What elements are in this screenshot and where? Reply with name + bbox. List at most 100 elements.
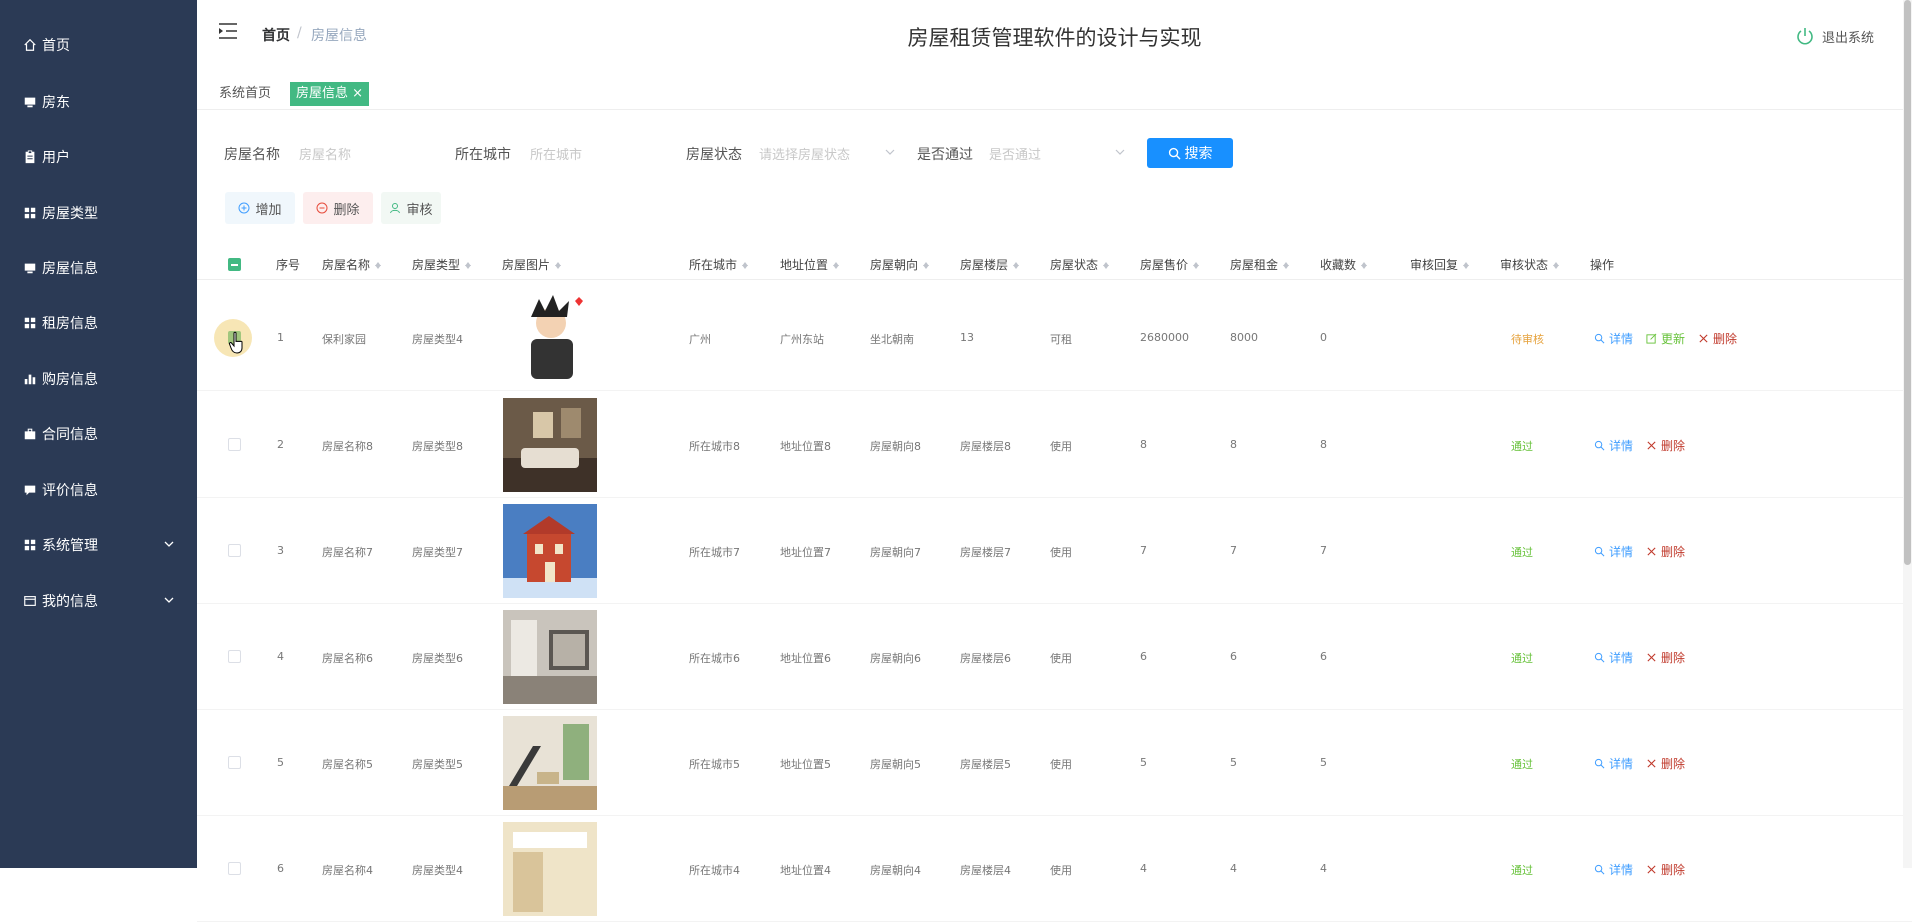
table-row[interactable]: 4 房屋名称6 房屋类型6 所在城市6 地址位置6 房屋朝向6 房屋楼层6 使用 6 6 6 通过 详情… [197,604,1912,710]
cell-floor: 房屋楼层7 [960,546,1011,559]
scrollbar-thumb[interactable] [1904,0,1911,565]
table-row[interactable]: 3 房屋名称7 房屋类型7 所在城市7 地址位置7 房屋朝向7 房屋楼层7 使用 7 7 7 通过 详情… [197,498,1912,604]
name-input[interactable]: 房屋名称 [299,144,351,163]
add-button[interactable]: 增加 [225,192,295,224]
house-image-cell[interactable] [503,398,597,492]
cell-type: 房屋类型4 [412,864,463,877]
power-icon [1797,28,1813,45]
col-floor[interactable]: 房屋楼层 [960,256,1020,273]
row-checkbox[interactable] [228,862,241,875]
plus-circle-icon [238,202,250,214]
tag-bar: 系统首页 房屋信息 × [197,80,1912,110]
col-rent[interactable]: 房屋租金 [1230,256,1290,273]
vertical-scrollbar[interactable] [1903,0,1912,868]
search-icon [1594,652,1605,663]
house-image-cell[interactable] [503,504,597,598]
row-delete-button[interactable]: 删除 [1646,649,1685,666]
row-checkbox[interactable] [228,438,241,451]
col-state[interactable]: 房屋状态 [1050,256,1110,273]
row-checkbox[interactable] [228,650,241,663]
cell-orientation: 房屋朝向4 [870,864,921,877]
user-icon [390,203,401,214]
sort-icon [1282,259,1290,271]
cell-state: 使用 [1050,652,1072,665]
cell-address: 地址位置7 [780,546,831,559]
sidebar-item-user[interactable]: 用户 [0,137,197,177]
cell-address: 地址位置6 [780,652,831,665]
logout-button[interactable]: 退出系统 [1795,26,1874,46]
status-badge: 待审核 [1511,333,1544,346]
row-delete-button[interactable]: 删除 [1646,543,1685,560]
col-reply[interactable]: 审核回复 [1410,256,1470,273]
table-row[interactable]: 2 房屋名称8 房屋类型8 所在城市8 地址位置8 房屋朝向8 房屋楼层8 使用 8 8 8 通过 详情… [197,392,1912,498]
detail-button[interactable]: 详情 [1594,649,1633,666]
sidebar-item-review-info[interactable]: 评价信息 [0,470,197,510]
cell-price: 8 [1140,438,1147,451]
sort-icon [1552,259,1560,271]
bar-chart-icon [22,371,38,387]
house-image-cell[interactable] [503,716,597,810]
cell-floor: 房屋楼层5 [960,758,1011,771]
col-favorites[interactable]: 收藏数 [1320,256,1368,273]
sidebar-item-purchase-info[interactable]: 购房信息 [0,359,197,399]
row-delete-button[interactable]: 删除 [1646,755,1685,772]
delete-button[interactable]: 删除 [303,192,373,224]
house-image-cell[interactable] [503,291,597,385]
cell-rent: 8000 [1230,331,1258,344]
sidebar-item-house-type[interactable]: 房屋类型 [0,193,197,233]
cell-name: 保利家园 [322,333,366,346]
detail-button[interactable]: 详情 [1594,861,1633,878]
sidebar-item-contract-info[interactable]: 合同信息 [0,414,197,454]
row-checkbox[interactable] [228,544,241,557]
edit-icon [1646,333,1657,344]
delete-label: 删除 [1713,332,1738,346]
col-type[interactable]: 房屋类型 [412,256,472,273]
state-label: 房屋状态 [686,147,742,163]
detail-button[interactable]: 详情 [1594,543,1633,560]
detail-button[interactable]: 详情 [1594,437,1633,454]
row-delete-button[interactable]: 删除 [1646,861,1685,878]
logout-label: 退出系统 [1821,30,1874,46]
audit-button[interactable]: 审核 [381,192,441,224]
select-all-checkbox[interactable] [228,258,241,271]
table-row[interactable]: 5 房屋名称5 房屋类型5 所在城市5 地址位置5 房屋朝向5 房屋楼层5 使用 5 5 5 通过 详情… [197,710,1912,816]
detail-button[interactable]: 详情 [1594,755,1633,772]
house-image-cell[interactable] [503,822,597,916]
col-price[interactable]: 房屋售价 [1140,256,1200,273]
tab-system-home[interactable]: 系统首页 [211,82,279,106]
status-badge: 通过 [1511,546,1533,559]
state-select[interactable]: 请选择房屋状态 [759,144,850,163]
search-button[interactable]: 搜索 [1147,138,1233,168]
house-image [503,398,597,492]
sidebar-item-my-info[interactable]: 我的信息 [0,581,197,621]
sidebar-item-rent-info[interactable]: 租房信息 [0,303,197,343]
sidebar-item-landlord[interactable]: 房东 [0,82,197,122]
delete-label: 删除 [1661,863,1686,877]
cell-favorites: 8 [1320,438,1327,451]
sidebar-item-house-info[interactable]: 房屋信息 [0,248,197,288]
table-row[interactable]: 6 房屋名称4 房屋类型4 所在城市4 地址位置4 房屋朝向4 房屋楼层4 使用 4 4 4 通过 详情… [197,816,1912,922]
update-button[interactable]: 更新 [1646,330,1685,347]
cell-address: 地址位置8 [780,440,831,453]
city-input[interactable]: 所在城市 [530,144,582,163]
detail-button[interactable]: 详情 [1594,330,1633,347]
sidebar-item-home[interactable]: 首页 [0,25,197,65]
pass-select[interactable]: 是否通过 [989,144,1041,163]
col-address[interactable]: 地址位置 [780,256,840,273]
col-audit[interactable]: 审核状态 [1500,256,1560,273]
sidebar-item-system-management[interactable]: 系统管理 [0,525,197,565]
tab-house-info[interactable]: 房屋信息 × [290,82,370,106]
delete-button-label: 删除 [333,202,360,218]
row-delete-button[interactable]: 删除 [1646,437,1685,454]
row-checkbox[interactable] [228,756,241,769]
house-image-cell[interactable] [503,610,597,704]
col-name[interactable]: 房屋名称 [322,256,382,273]
cell-city: 广州 [689,333,711,346]
col-city[interactable]: 所在城市 [689,256,749,273]
cell-address: 地址位置5 [780,758,831,771]
col-image[interactable]: 房屋图片 [502,256,562,273]
sort-icon [922,259,930,271]
row-delete-button[interactable]: 删除 [1698,330,1737,347]
col-orientation[interactable]: 房屋朝向 [870,256,930,273]
table-row[interactable]: 1 保利家园 房屋类型4 广州 广州东站 坐北朝南 13 可租 2680000 8000 0 待审核 详… [197,285,1912,391]
